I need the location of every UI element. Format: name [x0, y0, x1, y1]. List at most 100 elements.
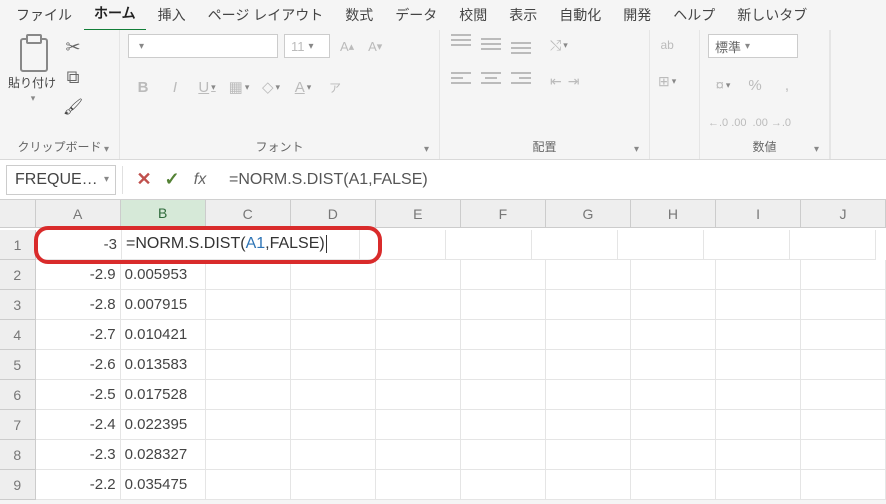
formula-input[interactable]	[221, 160, 886, 199]
cell-B7[interactable]: 0.022395	[121, 410, 206, 440]
cell-I3[interactable]	[716, 290, 801, 320]
cell-H1[interactable]	[618, 230, 704, 260]
cell-B8[interactable]: 0.028327	[121, 440, 206, 470]
select-all-corner[interactable]	[0, 200, 36, 228]
merge-button[interactable]: ⊞▾	[658, 70, 676, 92]
column-header-F[interactable]: F	[461, 200, 546, 228]
cell-C9[interactable]	[206, 470, 291, 500]
cell-G5[interactable]	[546, 350, 631, 380]
cell-G4[interactable]	[546, 320, 631, 350]
menu-item-8[interactable]: 自動化	[549, 2, 611, 31]
menu-item-7[interactable]: 表示	[499, 2, 547, 31]
cell-J8[interactable]	[801, 440, 886, 470]
menu-item-3[interactable]: ページ レイアウト	[198, 2, 334, 31]
row-header-8[interactable]: 8	[0, 440, 36, 470]
cell-H6[interactable]	[631, 380, 716, 410]
menu-item-11[interactable]: 新しいタブ	[727, 2, 817, 31]
currency-button[interactable]: ¤▾	[708, 72, 738, 98]
cell-E5[interactable]	[376, 350, 461, 380]
align-top-button[interactable]	[448, 34, 474, 54]
column-header-J[interactable]: J	[801, 200, 886, 228]
cell-B9[interactable]: 0.035475	[121, 470, 206, 500]
cell-D9[interactable]	[291, 470, 376, 500]
border-button[interactable]: ▦▾	[224, 74, 254, 100]
cell-J7[interactable]	[801, 410, 886, 440]
cell-A2[interactable]: -2.9	[36, 260, 121, 290]
wrap-text-button[interactable]: ab	[660, 34, 673, 56]
font-size-combo[interactable]: 11 ▾	[284, 34, 330, 58]
cell-F5[interactable]	[461, 350, 546, 380]
row-header-9[interactable]: 9	[0, 470, 36, 500]
menu-item-10[interactable]: ヘルプ	[663, 2, 725, 31]
cell-J5[interactable]	[801, 350, 886, 380]
column-header-B[interactable]: B	[121, 200, 206, 228]
align-bottom-button[interactable]	[508, 34, 534, 54]
cell-I9[interactable]	[716, 470, 801, 500]
column-header-H[interactable]: H	[631, 200, 716, 228]
column-header-A[interactable]: A	[36, 200, 121, 228]
cell-E6[interactable]	[376, 380, 461, 410]
cell-D7[interactable]	[291, 410, 376, 440]
cell-G9[interactable]	[546, 470, 631, 500]
fx-button[interactable]: fx	[189, 171, 211, 189]
increase-indent-button[interactable]: ⇥	[568, 70, 580, 92]
increase-decimal-button[interactable]: ←.0 .00	[708, 112, 747, 134]
cell-J6[interactable]	[801, 380, 886, 410]
menu-item-5[interactable]: データ	[385, 2, 447, 31]
column-header-G[interactable]: G	[546, 200, 631, 228]
cell-A8[interactable]: -2.3	[36, 440, 121, 470]
menu-item-1[interactable]: ホーム	[84, 0, 146, 32]
ruby-button[interactable]: ア	[320, 74, 350, 100]
menu-item-9[interactable]: 開発	[613, 2, 661, 31]
cell-G7[interactable]	[546, 410, 631, 440]
column-header-C[interactable]: C	[206, 200, 291, 228]
cell-F9[interactable]	[461, 470, 546, 500]
cell-H7[interactable]	[631, 410, 716, 440]
cell-B1-editing[interactable]: =NORM.S.DIST(A1,FALSE)	[122, 230, 360, 260]
cell-I8[interactable]	[716, 440, 801, 470]
row-header-3[interactable]: 3	[0, 290, 36, 320]
font-name-combo[interactable]: ▾	[128, 34, 278, 58]
cell-H9[interactable]	[631, 470, 716, 500]
cell-H5[interactable]	[631, 350, 716, 380]
cell-I6[interactable]	[716, 380, 801, 410]
column-header-E[interactable]: E	[376, 200, 461, 228]
cell-J4[interactable]	[801, 320, 886, 350]
cell-F3[interactable]	[461, 290, 546, 320]
cell-D8[interactable]	[291, 440, 376, 470]
cell-E7[interactable]	[376, 410, 461, 440]
cell-B3[interactable]: 0.007915	[121, 290, 206, 320]
cell-I5[interactable]	[716, 350, 801, 380]
cell-E2[interactable]	[376, 260, 461, 290]
cell-H3[interactable]	[631, 290, 716, 320]
row-header-4[interactable]: 4	[0, 320, 36, 350]
cell-A9[interactable]: -2.2	[36, 470, 121, 500]
row-header-2[interactable]: 2	[0, 260, 36, 290]
align-center-button[interactable]	[478, 68, 504, 88]
chevron-down-icon[interactable]: ▾	[104, 174, 109, 185]
dialog-launcher-icon[interactable]: ▾	[422, 144, 431, 155]
cell-C4[interactable]	[206, 320, 291, 350]
cell-B5[interactable]: 0.013583	[121, 350, 206, 380]
column-header-D[interactable]: D	[291, 200, 376, 228]
cell-C5[interactable]	[206, 350, 291, 380]
cell-F4[interactable]	[461, 320, 546, 350]
row-header-1[interactable]: 1	[0, 230, 36, 260]
cell-G8[interactable]	[546, 440, 631, 470]
cell-B6[interactable]: 0.017528	[121, 380, 206, 410]
decrease-decimal-button[interactable]: .00 →.0	[753, 112, 792, 134]
cell-F1[interactable]	[446, 230, 532, 260]
cell-F7[interactable]	[461, 410, 546, 440]
cell-D4[interactable]	[291, 320, 376, 350]
cell-D2[interactable]	[291, 260, 376, 290]
cell-D3[interactable]	[291, 290, 376, 320]
cell-A4[interactable]: -2.7	[36, 320, 121, 350]
fill-color-button[interactable]: ◇▾	[256, 74, 286, 100]
row-header-5[interactable]: 5	[0, 350, 36, 380]
cell-F6[interactable]	[461, 380, 546, 410]
increase-font-button[interactable]: A▴	[336, 34, 358, 58]
cell-I4[interactable]	[716, 320, 801, 350]
align-right-button[interactable]	[508, 68, 534, 88]
cell-J9[interactable]	[801, 470, 886, 500]
dialog-launcher-icon[interactable]: ▾	[102, 144, 111, 155]
